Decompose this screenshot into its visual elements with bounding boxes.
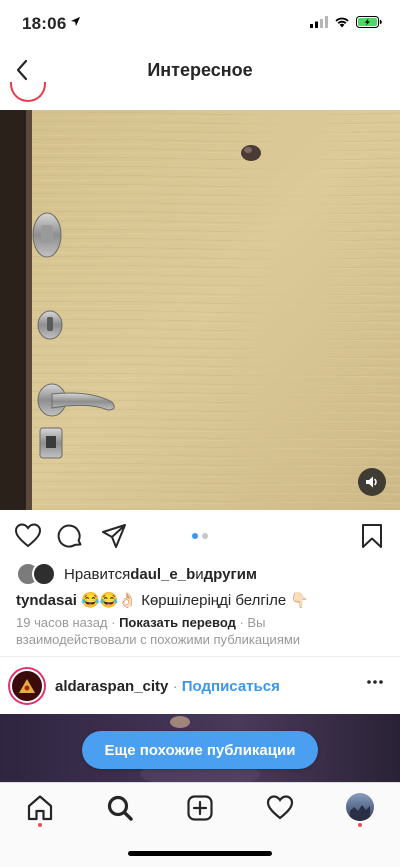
post-meta: 19 часов назад · Показать перевод · Вы в… (16, 614, 386, 648)
status-time: 18:06 (22, 14, 67, 33)
location-arrow-icon (70, 16, 81, 27)
wifi-icon (335, 17, 349, 28)
comment-icon[interactable] (56, 522, 84, 550)
bookmark-icon[interactable] (358, 522, 386, 550)
divider (0, 656, 400, 657)
likes-others[interactable]: другим (204, 566, 257, 583)
carousel-dot-active (192, 533, 198, 539)
subscribe-button[interactable]: Подписаться (182, 678, 280, 695)
nav-bar: Интересное (0, 46, 400, 96)
more-options-icon[interactable] (366, 679, 384, 685)
caption-text: 😂😂👌🏻 Көршілеріңді белгіле 👇🏻 (76, 592, 310, 609)
home-notification-dot (38, 823, 42, 827)
show-translation-link[interactable]: Показать перевод (119, 615, 236, 630)
home-icon[interactable] (25, 793, 55, 823)
profile-notification-dot (358, 823, 362, 827)
status-bar: 18:06 (0, 0, 400, 46)
liker-username[interactable]: daul_e_b (130, 566, 195, 583)
meta-dot: · (107, 615, 120, 630)
carousel-dot (202, 533, 208, 539)
post-video[interactable] (0, 110, 400, 510)
home-indicator (128, 851, 272, 856)
cellular-signal-icon (310, 16, 328, 28)
liker-avatar (32, 562, 56, 586)
sound-toggle-button[interactable] (358, 468, 386, 496)
previous-post-avatar[interactable] (10, 82, 46, 102)
create-post-icon[interactable] (185, 793, 215, 823)
post-caption: tyndasai 😂😂👌🏻 Көршілеріңді белгіле 👇🏻 (16, 591, 309, 609)
activity-heart-icon[interactable] (265, 793, 295, 823)
likes-row[interactable]: Нравится daul_e_b и другим (16, 562, 257, 586)
speaker-icon (366, 476, 377, 488)
next-post-avatar[interactable] (8, 667, 46, 705)
page-title: Интересное (147, 60, 253, 80)
carousel-indicator (192, 533, 208, 539)
likes-prefix: Нравится (64, 565, 131, 583)
logo-icon (19, 679, 35, 693)
next-post-username[interactable]: aldaraspan_city (55, 678, 168, 695)
send-icon[interactable] (100, 522, 128, 550)
door-image (0, 110, 400, 510)
caption-username[interactable]: tyndasai (16, 592, 77, 609)
search-icon[interactable] (105, 793, 135, 823)
like-heart-icon[interactable] (14, 522, 42, 550)
next-post-header: aldaraspan_city · Подписаться (0, 665, 400, 709)
profile-avatar[interactable] (346, 793, 374, 821)
likes-and: и (195, 565, 204, 583)
post-actions (0, 516, 400, 556)
username-dot: · (168, 678, 182, 695)
more-similar-posts-button[interactable]: Еще похожие публикации (82, 731, 318, 769)
post-time: 19 часов назад (16, 615, 108, 630)
battery-charging-icon (356, 16, 382, 28)
